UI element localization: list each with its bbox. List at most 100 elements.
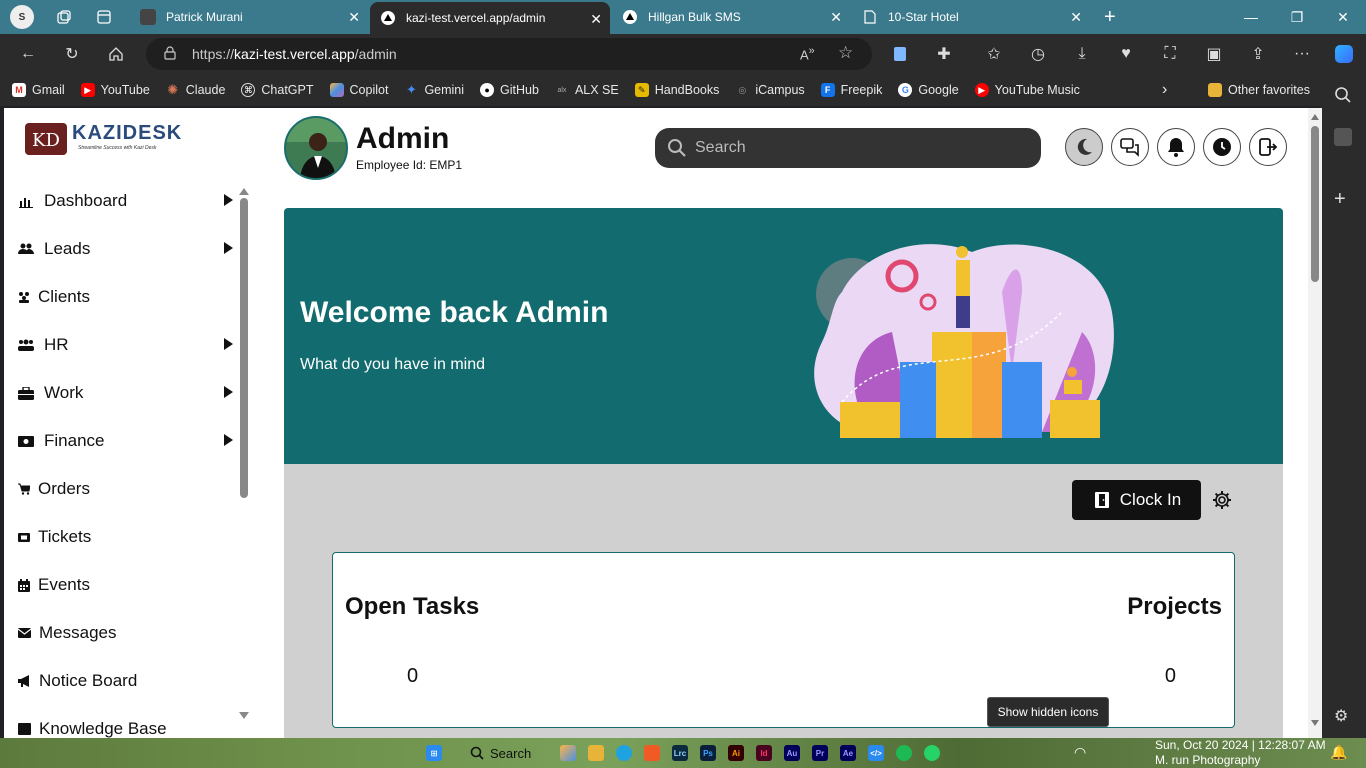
chat-button[interactable]	[1111, 128, 1149, 166]
bookmark-chatgpt[interactable]: ⌘ ChatGPT	[241, 83, 314, 97]
bookmark-icampus[interactable]: ◎ iCampus	[735, 83, 804, 97]
sidebar-item-notice-board[interactable]: Notice Board	[18, 666, 233, 696]
profile-button[interactable]: S	[0, 0, 44, 34]
tab-hillgan-bulk-sms[interactable]: Hillgan Bulk SMS ✕	[612, 0, 850, 34]
tab-kazi-admin[interactable]: kazi-test.vercel.app/admin ✕	[370, 2, 610, 34]
sidebar-item-hr[interactable]: HR	[18, 330, 233, 360]
premiere-icon[interactable]: Pr	[812, 745, 828, 761]
sidebar-scroll-up[interactable]	[239, 188, 249, 195]
settings-button[interactable]	[1212, 490, 1232, 515]
notifications-icon[interactable]: 🔔	[1330, 744, 1347, 761]
copilot-sidebar-button[interactable]	[886, 40, 914, 68]
tab-10-star-hotel[interactable]: 10-Star Hotel ✕	[852, 0, 1090, 34]
scroll-down-arrow[interactable]	[1311, 720, 1319, 726]
spotify-icon[interactable]	[896, 745, 912, 761]
tab-actions-button[interactable]	[86, 0, 126, 34]
sidebar-item-events[interactable]: Events	[18, 570, 233, 600]
restore-button[interactable]: ❐	[1274, 0, 1320, 34]
start-button[interactable]: ⊞	[426, 745, 442, 761]
close-icon[interactable]: ✕	[1070, 9, 1082, 26]
bookmark-copilot[interactable]: Copilot	[329, 83, 388, 97]
split-screen-button[interactable]: ▣	[1200, 40, 1228, 68]
health-button[interactable]: ♥	[1112, 40, 1140, 68]
copilot-button[interactable]	[1330, 40, 1358, 68]
bookmark-handbooks[interactable]: ✎ HandBooks	[634, 83, 719, 97]
minimize-button[interactable]: —	[1228, 0, 1274, 34]
close-icon[interactable]: ✕	[348, 9, 360, 26]
sidebar-search-button[interactable]	[1334, 86, 1352, 104]
sidebar-item-dashboard[interactable]: Dashboard	[18, 186, 233, 216]
back-button[interactable]: ←	[14, 40, 42, 68]
close-icon[interactable]: ✕	[830, 9, 842, 26]
new-tab-button[interactable]: +	[1094, 0, 1126, 34]
sidebar-settings-button[interactable]: ⚙	[1334, 706, 1348, 726]
wifi-icon[interactable]: ◠	[1074, 744, 1086, 761]
read-aloud-icon[interactable]: A»	[800, 45, 815, 62]
whatsapp-icon[interactable]	[924, 745, 940, 761]
extensions-button[interactable]: ✚	[930, 40, 958, 68]
copilot-taskbar-icon[interactable]	[560, 745, 576, 761]
star-icon[interactable]: ☆	[838, 43, 853, 63]
sidebar-item-tickets[interactable]: Tickets	[18, 522, 233, 552]
notifications-button[interactable]	[1157, 128, 1195, 166]
close-window-button[interactable]: ✕	[1320, 0, 1366, 34]
after-effects-icon[interactable]: Ae	[840, 745, 856, 761]
bookmark-freepik[interactable]: F Freepik	[820, 83, 882, 97]
indesign-icon[interactable]: Id	[756, 745, 772, 761]
sidebar-item-work[interactable]: Work	[18, 378, 233, 408]
bookmark-alx-se[interactable]: alx ALX SE	[555, 83, 618, 97]
downloads-button[interactable]: ⤓	[1068, 40, 1096, 68]
sidebar-app-button[interactable]	[1334, 128, 1352, 146]
other-favorites[interactable]: Other favorites	[1208, 83, 1310, 97]
audition-icon[interactable]: Au	[784, 745, 800, 761]
bookmark-youtube-music[interactable]: ▶ YouTube Music	[974, 83, 1080, 97]
sidebar-scrollbar[interactable]	[240, 198, 248, 498]
address-bar[interactable]: https://kazi-test.vercel.app/admin A» ☆	[146, 38, 872, 70]
share-button[interactable]: ⇪	[1244, 40, 1272, 68]
photoshop-icon[interactable]: Ps	[700, 745, 716, 761]
sidebar-item-orders[interactable]: Orders	[18, 474, 233, 504]
file-explorer-icon[interactable]	[588, 745, 604, 761]
scroll-thumb[interactable]	[1311, 126, 1319, 282]
scroll-up-arrow[interactable]	[1311, 114, 1319, 120]
screenshot-button[interactable]: ⛶	[1156, 40, 1184, 68]
bookmark-github[interactable]: ● GitHub	[480, 83, 539, 97]
illustrator-icon[interactable]: Ai	[728, 745, 744, 761]
edge-icon[interactable]	[616, 745, 632, 761]
bookmark-gemini[interactable]: ✦ Gemini	[404, 82, 464, 97]
sidebar-item-messages[interactable]: Messages	[18, 618, 233, 648]
sidebar-scroll-down[interactable]	[239, 712, 249, 719]
lightroom-icon[interactable]: Lrc	[672, 745, 688, 761]
page-scrollbar[interactable]	[1308, 108, 1322, 738]
vscode-icon[interactable]: </>	[868, 745, 884, 761]
workspaces-button[interactable]	[46, 0, 86, 34]
clock-button[interactable]	[1203, 128, 1241, 166]
home-button[interactable]	[102, 40, 130, 68]
tab-label: Patrick Murani	[166, 10, 243, 24]
brave-icon[interactable]	[644, 745, 660, 761]
taskbar-search[interactable]: Search	[470, 742, 560, 764]
sidebar-add-button[interactable]: +	[1334, 188, 1346, 211]
logout-button[interactable]	[1249, 128, 1287, 166]
sidebar-item-leads[interactable]: Leads	[18, 234, 233, 264]
avatar[interactable]	[284, 116, 348, 180]
search-input[interactable]: Search	[655, 128, 1041, 168]
bookmark-claude[interactable]: ✺ Claude	[166, 82, 225, 97]
dark-mode-button[interactable]	[1065, 128, 1103, 166]
settings-menu-button[interactable]: ···	[1288, 40, 1316, 68]
history-button[interactable]: ◷	[1024, 40, 1052, 68]
sidebar-item-clients[interactable]: Clients	[18, 282, 233, 312]
close-icon[interactable]: ✕	[590, 11, 602, 28]
refresh-button[interactable]: ↻	[58, 40, 86, 68]
bookmark-google[interactable]: G Google	[898, 83, 959, 97]
favorites-button[interactable]: ✩	[980, 40, 1008, 68]
bookmark-youtube[interactable]: ▶ YouTube	[80, 83, 150, 97]
clock-in-button[interactable]: Clock In	[1072, 480, 1201, 520]
bookmarks-overflow-button[interactable]: ›	[1162, 81, 1167, 99]
taskbar-clock[interactable]: Sun, Oct 20 2024 | 12:28:07 AM M. run Ph…	[1155, 738, 1326, 768]
sidebar-item-finance[interactable]: Finance	[18, 426, 233, 456]
sidebar-item-knowledge-base[interactable]: Knowledge Base	[18, 714, 233, 738]
tab-patrick-murani[interactable]: Patrick Murani ✕	[130, 0, 368, 34]
bookmark-gmail[interactable]: M Gmail	[12, 83, 65, 97]
kazidesk-logo[interactable]: KD KAZIDESK Streamline Success with Kazi…	[24, 122, 181, 158]
